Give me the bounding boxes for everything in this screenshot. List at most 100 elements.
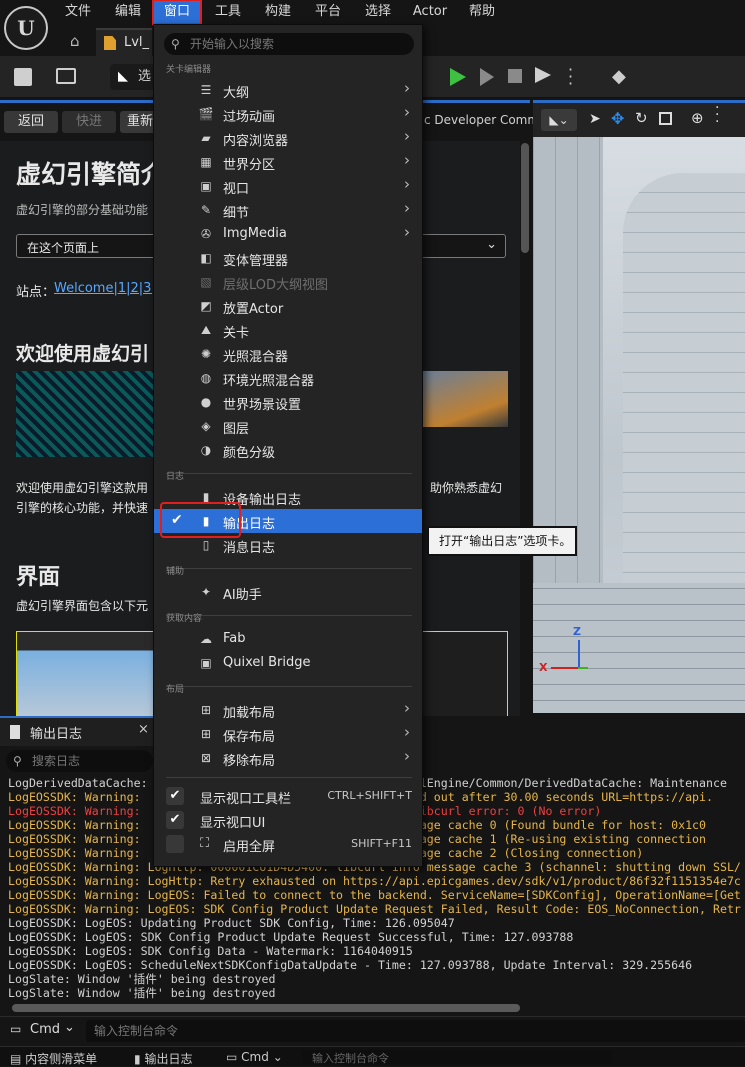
fullscreen-icon: ⛶ bbox=[200, 836, 210, 851]
menu-item-imgmedia[interactable]: ✇ ImgMedia › bbox=[154, 222, 422, 246]
log-line: LogEOSSDK: Warning: LogEOS: SDK Config P… bbox=[8, 902, 741, 916]
menu-bar: 文件 编辑 窗口 工具 构建 平台 选择 Actor 帮助 bbox=[0, 0, 745, 25]
menu-tools[interactable]: 工具 bbox=[208, 0, 248, 24]
menu-item-show-viewport-toolbar[interactable]: ✔ 显示视口工具栏 CTRL+SHIFT+T bbox=[154, 784, 422, 808]
content-drawer-button[interactable]: ▤ 内容侧滑菜单 bbox=[10, 1050, 97, 1067]
checkbox-checked[interactable]: ✔ bbox=[166, 787, 184, 805]
terminal-icon: ▭ bbox=[226, 1050, 238, 1064]
menu-item-quixel-bridge[interactable]: ▣ Quixel Bridge bbox=[154, 651, 422, 675]
menu-item-viewports[interactable]: ▣ 视口 › bbox=[154, 174, 422, 198]
viewport-options-button[interactable]: ◣⌄ bbox=[541, 109, 577, 131]
platforms-icon[interactable]: ◆ bbox=[612, 66, 626, 87]
stop-icon[interactable] bbox=[508, 69, 522, 83]
cmd-dropdown[interactable]: ▭ Cmd ⌄ bbox=[10, 1020, 80, 1040]
menu-item-hlod-outliner[interactable]: ▧ 层级LOD大纲视图 bbox=[154, 270, 422, 294]
menu-item-load-layout[interactable]: ⊞ 加载布局 › bbox=[154, 698, 422, 722]
viewport-more-icon[interactable]: · · · bbox=[715, 103, 719, 129]
menu-item-details[interactable]: ✎ 细节 › bbox=[154, 198, 422, 222]
status-cmd-dropdown[interactable]: ▭ Cmd ⌄ bbox=[226, 1050, 283, 1064]
menu-item-world-settings[interactable]: ● 世界场景设置 bbox=[154, 390, 422, 414]
menu-item-cinematics[interactable]: 🎬 过场动画 › bbox=[154, 102, 422, 126]
home-icon[interactable]: ⌂ bbox=[70, 32, 80, 50]
level-tab[interactable]: Lvl_ bbox=[96, 28, 152, 56]
status-output-log-button[interactable]: ▮ 输出日志 bbox=[134, 1050, 192, 1067]
select-tool-icon[interactable]: ➤ bbox=[589, 111, 601, 127]
site-links[interactable]: Welcome|1|2|3|4 bbox=[54, 281, 164, 296]
status-console-input[interactable]: 输入控制台命令 bbox=[302, 1050, 612, 1065]
menu-item-label: Quixel Bridge bbox=[223, 655, 311, 670]
menu-item-color-grading[interactable]: ◑ 颜色分级 bbox=[154, 438, 422, 462]
menu-item-label: 加载布局 bbox=[223, 706, 276, 721]
menu-search-placeholder: 开始输入以搜索 bbox=[190, 37, 275, 51]
menu-item-show-viewport-ui[interactable]: ✔ 显示视口UI bbox=[154, 808, 422, 832]
menu-item-layers[interactable]: ◈ 图层 bbox=[154, 414, 422, 438]
log-search-input[interactable]: ⚲ 搜索日志 bbox=[6, 750, 153, 772]
forward-button[interactable]: 快进 bbox=[62, 111, 116, 133]
menu-item-content-browser[interactable]: ▰ 内容浏览器 › bbox=[154, 126, 422, 150]
output-log-tab[interactable]: 输出日志 × bbox=[0, 716, 153, 746]
content-browser-icon[interactable] bbox=[56, 68, 76, 84]
scale-tool-icon[interactable] bbox=[659, 112, 672, 125]
section-level-editor: 关卡编辑器 bbox=[166, 65, 212, 75]
checkbox-checked[interactable]: ✔ bbox=[166, 811, 184, 829]
step-icon[interactable] bbox=[480, 68, 494, 86]
menu-item-env-light-mixer[interactable]: ◍ 环境光照混合器 bbox=[154, 366, 422, 390]
menu-item-enable-fullscreen[interactable]: ⛶ 启用全屏 SHIFT+F11 bbox=[154, 832, 422, 856]
menu-item-save-layout[interactable]: ⊞ 保存布局 › bbox=[154, 722, 422, 746]
move-tool-icon[interactable]: ✥ bbox=[611, 109, 624, 128]
menu-file[interactable]: 文件 bbox=[58, 0, 98, 24]
menu-window[interactable]: 窗口 bbox=[152, 0, 202, 25]
menu-select[interactable]: 选择 bbox=[358, 0, 398, 24]
menu-item-label: 颜色分级 bbox=[223, 446, 276, 461]
menu-item-levels[interactable]: ⛰ 关卡 bbox=[154, 318, 422, 342]
chevron-right-icon: › bbox=[404, 223, 410, 241]
level-screenshot-image bbox=[420, 371, 508, 427]
eject-icon[interactable] bbox=[535, 67, 551, 83]
menu-help[interactable]: 帮助 bbox=[462, 0, 502, 24]
more-options-icon[interactable]: · · · bbox=[568, 62, 573, 92]
menu-platform[interactable]: 平台 bbox=[308, 0, 348, 24]
level-viewport[interactable]: ◣⌄ ➤ ✥ ↻ ⊕ · · · Z X bbox=[533, 100, 745, 713]
browser-scrollbar[interactable] bbox=[521, 143, 529, 253]
menu-item-fab[interactable]: ☁ Fab bbox=[154, 627, 422, 651]
color-wheel-icon: ◑ bbox=[200, 443, 212, 457]
level-icon bbox=[104, 36, 116, 50]
page-subtitle: 虚幻引擎的部分基础功能 bbox=[16, 203, 149, 217]
world-space-icon[interactable]: ⊕ bbox=[691, 109, 704, 127]
menu-item-label: 环境光照混合器 bbox=[223, 374, 315, 389]
save-icon[interactable] bbox=[14, 68, 32, 86]
menu-item-label: 视口 bbox=[223, 182, 250, 197]
menu-build[interactable]: 构建 bbox=[258, 0, 298, 24]
log-line: LogEOSSDK: Warning: LogEOS: Failed to co… bbox=[8, 888, 741, 902]
editor-screenshot-image bbox=[16, 371, 156, 457]
rotate-tool-icon[interactable]: ↻ bbox=[635, 109, 648, 127]
menu-item-light-mixer[interactable]: ✺ 光照混合器 bbox=[154, 342, 422, 366]
axis-x-line bbox=[551, 667, 579, 669]
select-mode-button[interactable]: ◣ 选 bbox=[110, 64, 155, 90]
browser-tab-title[interactable]: c Developer Comm bbox=[424, 113, 539, 127]
layers-icon: ◈ bbox=[201, 419, 211, 433]
back-button[interactable]: 返回 bbox=[4, 111, 58, 133]
close-icon[interactable]: × bbox=[138, 722, 149, 737]
menu-item-world-partition[interactable]: ▦ 世界分区 › bbox=[154, 150, 422, 174]
menu-item-remove-layout[interactable]: ⊠ 移除布局 › bbox=[154, 746, 422, 770]
menu-item-ai-assistant[interactable]: ✦ AI助手 bbox=[154, 580, 422, 604]
globe-icon: ● bbox=[200, 395, 212, 409]
menu-actor[interactable]: Actor bbox=[408, 0, 452, 24]
menu-item-label: 细节 bbox=[223, 206, 250, 221]
page-section-select-label: 在这个页面上 bbox=[27, 241, 100, 255]
menu-edit[interactable]: 编辑 bbox=[108, 0, 148, 24]
chevron-right-icon: › bbox=[404, 103, 410, 121]
menu-item-label: 世界分区 bbox=[223, 158, 276, 173]
menu-item-variant-manager[interactable]: ◧ 变体管理器 bbox=[154, 246, 422, 270]
checkbox-unchecked[interactable] bbox=[166, 835, 184, 853]
menu-search-input[interactable]: ⚲ 开始输入以搜索 bbox=[164, 33, 414, 55]
menu-item-label: 内容浏览器 bbox=[223, 134, 289, 149]
play-icon[interactable] bbox=[450, 68, 466, 86]
light-bulb-icon: ✺ bbox=[200, 347, 212, 361]
menu-item-label: 显示视口工具栏 bbox=[200, 792, 292, 807]
console-input[interactable]: 输入控制台命令 bbox=[86, 1020, 745, 1042]
menu-item-outliner[interactable]: ☰ 大纲 › bbox=[154, 78, 422, 102]
menu-item-place-actors[interactable]: ◩ 放置Actor bbox=[154, 294, 422, 318]
log-horizontal-scrollbar[interactable] bbox=[12, 1004, 520, 1012]
